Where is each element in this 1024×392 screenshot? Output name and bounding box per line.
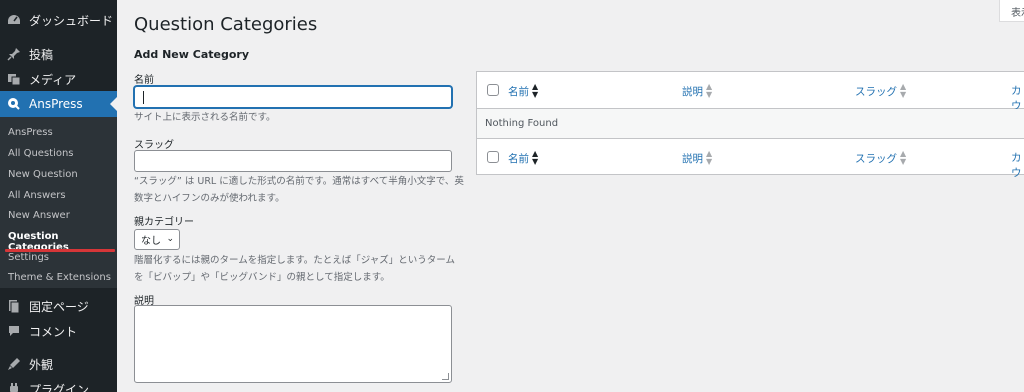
page-icon — [6, 298, 22, 314]
menu-item-label: 投稿 — [29, 47, 54, 62]
admin-sidebar: ダッシュボード 投稿 メディア AnsPress AnsPress All Qu… — [0, 0, 117, 392]
column-header-slug[interactable]: スラッグ ▲ ▼ — [855, 83, 906, 99]
pin-icon — [6, 46, 22, 62]
parent-label: 親カテゴリー — [134, 217, 194, 228]
plugin-icon — [6, 381, 22, 392]
sort-icon: ▲ ▼ — [706, 149, 713, 166]
menu-item-label: 外観 — [29, 357, 54, 372]
menu-item-media[interactable]: メディア — [0, 66, 117, 92]
column-label: 説明 — [682, 152, 703, 165]
submenu-item-new-answer[interactable]: New Answer — [8, 210, 70, 221]
menu-item-plugins[interactable]: プラグイン — [0, 376, 117, 392]
submenu-item-anspress[interactable]: AnsPress — [8, 127, 53, 138]
column-label: カウ — [1011, 152, 1022, 179]
column-footer-slug[interactable]: スラッグ ▲ ▼ — [855, 150, 906, 166]
media-icon — [6, 71, 22, 87]
name-label: 名前 — [134, 75, 154, 86]
comment-icon — [6, 323, 22, 339]
parent-help-text: 階層化するには親のタームを指定します。たとえば「ジャズ」というタームを「ビバップ… — [134, 255, 456, 283]
sort-icon: ▲ ▼ — [900, 149, 907, 166]
parent-category-select[interactable]: なし ⌄ — [134, 229, 180, 250]
submenu-item-all-questions[interactable]: All Questions — [8, 148, 74, 159]
highlight-underline — [5, 249, 115, 252]
empty-message: Nothing Found — [485, 118, 559, 129]
current-menu-arrow — [110, 97, 117, 111]
menu-item-posts[interactable]: 投稿 — [0, 41, 117, 67]
sort-icon: ▲ ▼ — [532, 82, 539, 99]
table-footer-row: 名前 ▲ ▼ 説明 ▲ ▼ スラッグ ▲ ▼ カウ — [477, 138, 1024, 179]
sort-icon: ▲ ▼ — [532, 149, 539, 166]
menu-item-label: ダッシュボード — [29, 13, 114, 28]
menu-item-pages[interactable]: 固定ページ — [0, 293, 117, 319]
table-header-row: 名前 ▲ ▼ 説明 ▲ ▼ スラッグ ▲ ▼ カウ — [477, 72, 1024, 112]
menu-item-comments[interactable]: コメント — [0, 318, 117, 344]
column-label: 名前 — [508, 85, 529, 98]
menu-item-label: 固定ページ — [29, 299, 89, 314]
text-caret — [143, 91, 144, 104]
table-row: Nothing Found — [477, 109, 1024, 138]
slug-label: スラッグ — [134, 140, 174, 151]
description-textarea[interactable] — [134, 305, 452, 383]
menu-item-label: AnsPress — [29, 97, 83, 111]
slug-help-text: “スラッグ” は URL に適した形式の名前です。通常はすべて半角小文字で、英数… — [134, 176, 464, 204]
screen-options-button[interactable]: 表示 — [999, 0, 1024, 22]
column-footer-name[interactable]: 名前 ▲ ▼ — [508, 150, 538, 166]
submenu-item-all-answers[interactable]: All Answers — [8, 190, 66, 201]
select-all-checkbox[interactable] — [487, 151, 499, 163]
submenu-item-theme-extensions[interactable]: Theme & Extensions — [8, 272, 111, 283]
sort-icon: ▲ ▼ — [706, 82, 713, 99]
menu-item-appearance[interactable]: 外観 — [0, 351, 117, 377]
menu-item-dashboard[interactable]: ダッシュボード — [0, 7, 117, 33]
column-footer-description[interactable]: 説明 ▲ ▼ — [682, 150, 712, 166]
menu-item-label: メディア — [29, 72, 77, 87]
chevron-down-icon: ⌄ — [166, 234, 174, 244]
column-label: スラッグ — [855, 152, 897, 165]
menu-item-anspress[interactable]: AnsPress — [0, 91, 117, 117]
column-label: スラッグ — [855, 85, 897, 98]
anspress-submenu: AnsPress All Questions New Question All … — [0, 117, 117, 288]
column-header-description[interactable]: 説明 ▲ ▼ — [682, 83, 712, 99]
anspress-icon — [6, 96, 22, 112]
resize-grip-icon[interactable] — [442, 373, 449, 380]
form-title: Add New Category — [134, 48, 249, 61]
parent-select-value: なし — [141, 236, 161, 247]
dashboard-icon — [6, 12, 22, 28]
categories-table: 名前 ▲ ▼ 説明 ▲ ▼ スラッグ ▲ ▼ カウ Nothing Found 名前 … — [476, 71, 1024, 179]
appearance-icon — [6, 356, 22, 372]
name-input[interactable] — [134, 86, 452, 108]
column-label: 名前 — [508, 152, 529, 165]
column-header-name[interactable]: 名前 ▲ ▼ — [508, 83, 538, 99]
submenu-item-new-question[interactable]: New Question — [8, 169, 78, 180]
page-title: Question Categories — [134, 14, 318, 35]
submenu-item-settings[interactable]: Settings — [8, 252, 49, 263]
menu-item-label: プラグイン — [29, 382, 90, 392]
select-all-checkbox[interactable] — [487, 84, 499, 96]
name-help-text: サイト上に表示される名前です。 — [134, 112, 276, 123]
menu-item-label: コメント — [29, 324, 78, 339]
slug-input[interactable] — [134, 150, 452, 172]
column-footer-count[interactable]: カウ — [1011, 150, 1024, 180]
column-label: 説明 — [682, 85, 703, 98]
sort-icon: ▲ ▼ — [900, 82, 907, 99]
